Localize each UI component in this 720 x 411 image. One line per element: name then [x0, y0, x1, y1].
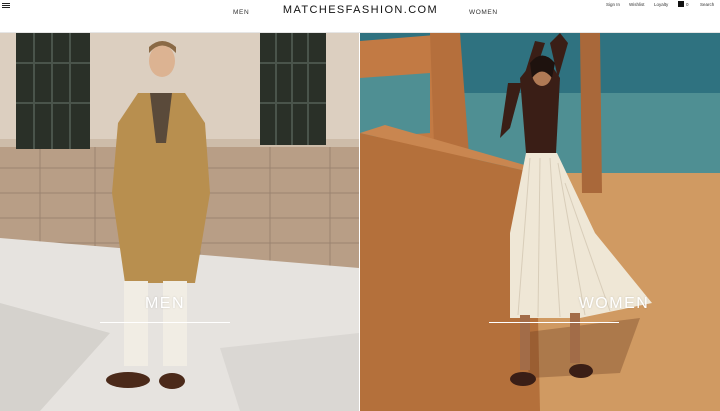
- bag-count: 0: [686, 2, 689, 7]
- men-hero-panel[interactable]: MEN: [0, 33, 359, 411]
- landing-page: MEN MATCHESFASHION.COM WOMEN Sign In Wis…: [0, 0, 720, 411]
- loyalty-link[interactable]: Loyalty: [654, 2, 668, 7]
- women-hero-image: [360, 33, 720, 411]
- men-panel-label[interactable]: MEN: [65, 295, 265, 313]
- women-panel-label[interactable]: WOMEN: [514, 295, 714, 313]
- site-logo[interactable]: MATCHESFASHION.COM: [278, 4, 443, 16]
- shopping-bag-icon[interactable]: [678, 1, 684, 7]
- men-panel-underline: [100, 322, 230, 323]
- wishlist-link[interactable]: Wishlist: [629, 2, 645, 7]
- nav-link-women[interactable]: WOMEN: [469, 9, 498, 16]
- women-panel-underline: [489, 322, 619, 323]
- women-hero-panel[interactable]: WOMEN: [360, 33, 720, 411]
- hamburger-icon[interactable]: [2, 3, 10, 8]
- sign-in-link[interactable]: Sign In: [606, 2, 620, 7]
- search-link[interactable]: Search: [700, 2, 714, 7]
- nav-link-men[interactable]: MEN: [233, 9, 249, 16]
- men-hero-image: [0, 33, 359, 411]
- site-header: MEN MATCHESFASHION.COM WOMEN Sign In Wis…: [0, 0, 720, 33]
